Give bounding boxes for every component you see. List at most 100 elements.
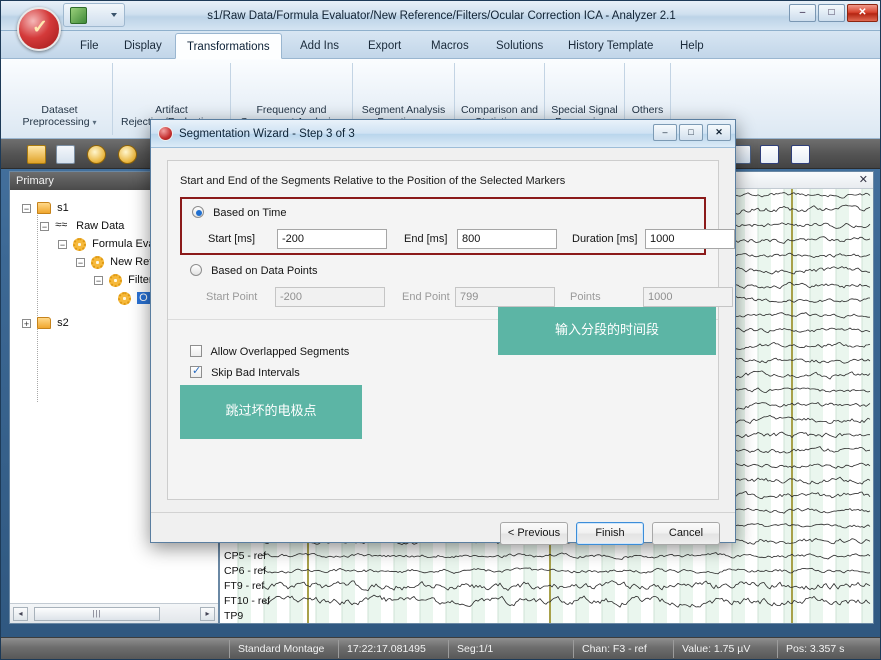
dialog-title: Segmentation Wizard - Step 3 of 3 <box>179 128 355 140</box>
zoom-out-icon[interactable] <box>118 145 137 164</box>
gear-icon <box>91 255 105 269</box>
quick-access-toolbar[interactable] <box>63 3 125 27</box>
expander-icon[interactable]: − <box>58 239 67 249</box>
status-segment: Seg:1/1 <box>448 640 501 658</box>
window-titlebar: s1/Raw Data/Formula Evaluator/New Refere… <box>1 1 880 31</box>
cancel-button[interactable]: Cancel <box>652 522 720 545</box>
footer-divider <box>151 512 735 513</box>
radio-based-on-data-points[interactable]: Based on Data Points <box>190 264 317 279</box>
tab-file[interactable]: File <box>69 33 110 59</box>
input-start-point[interactable]: -200 <box>275 287 385 307</box>
zoom-in-icon[interactable] <box>87 145 106 164</box>
window-maximize-button[interactable]: □ <box>818 4 845 22</box>
finish-button[interactable]: Finish <box>576 522 644 545</box>
tab-solutions[interactable]: Solutions <box>485 33 554 59</box>
tab-export[interactable]: Export <box>357 33 412 59</box>
tree-item-raw-data[interactable]: − ≈≈ Raw Data <box>40 218 124 235</box>
dialog-close-button[interactable]: ✕ <box>707 124 731 141</box>
checkbox-skip-bad-intervals[interactable]: Skip Bad Intervals <box>190 364 300 381</box>
chevron-down-icon[interactable] <box>111 13 117 17</box>
status-bar: Standard Montage 17:22:17.081495 Seg:1/1… <box>1 637 880 659</box>
input-duration-ms[interactable]: 1000 <box>645 229 735 249</box>
tree-item-label: Formula Eva <box>92 238 155 250</box>
status-montage: Standard Montage <box>229 640 332 658</box>
based-on-time-group: Based on Time Start [ms] -200 End [ms] 8… <box>180 197 735 255</box>
annotation-note-skip-bad: 跳过坏的电极点 <box>180 385 362 439</box>
chevron-down-icon[interactable]: ▾ <box>93 118 97 127</box>
tab-display[interactable]: Display <box>113 33 173 59</box>
dialog-maximize-button[interactable]: □ <box>679 124 703 141</box>
close-icon[interactable]: ✕ <box>859 173 868 186</box>
save-icon[interactable] <box>27 145 46 164</box>
expander-icon[interactable]: + <box>22 318 31 328</box>
input-end-point[interactable]: 799 <box>455 287 555 307</box>
tab-help[interactable]: Help <box>669 33 715 59</box>
label-end-ms: End [ms] <box>404 233 448 245</box>
status-time: 17:22:17.081495 <box>338 640 434 658</box>
input-start-ms[interactable]: -200 <box>277 229 387 249</box>
ribbon-group-label: Others <box>631 104 664 116</box>
input-points[interactable]: 1000 <box>643 287 733 307</box>
ribbon-group-label: Segment Analysis <box>361 104 446 116</box>
group-caption: Start and End of the Segments Relative t… <box>180 175 566 187</box>
tab-transformations[interactable]: Transformations <box>175 33 282 59</box>
radio-based-on-time[interactable]: Based on Time <box>192 206 286 221</box>
radio-icon[interactable] <box>192 206 204 218</box>
window-minimize-button[interactable]: – <box>789 4 816 22</box>
tree-item-new-reference[interactable]: − New Ref <box>76 254 152 271</box>
channel-label: CP5 - ref <box>224 550 267 562</box>
checkbox-allow-overlapped-segments[interactable]: Allow Overlapped Segments <box>190 345 349 360</box>
tree-item-s2[interactable]: + s2 <box>22 315 69 332</box>
annotation-note-time-range: 输入分段的时间段 <box>498 307 716 355</box>
input-end-ms[interactable]: 800 <box>457 229 557 249</box>
dialog-titlebar: Segmentation Wizard - Step 3 of 3 – □ ✕ <box>151 120 735 148</box>
tab-history-template[interactable]: History Template <box>557 33 664 59</box>
tree-horizontal-scrollbar[interactable]: ◂ ||| ▸ <box>10 603 218 623</box>
ribbon-group-label: Special Signal <box>551 104 618 116</box>
radio-label: Based on Data Points <box>211 265 318 277</box>
quick-access-app-icon <box>70 7 87 24</box>
tree-item-label: Raw Data <box>76 220 125 232</box>
scroll-left-icon[interactable]: ◂ <box>13 607 28 621</box>
tree-item-filters[interactable]: − Filter <box>94 272 153 289</box>
tab-macros[interactable]: Macros <box>420 33 480 59</box>
status-channel: Chan: F3 - ref <box>573 640 655 658</box>
checkbox-icon[interactable] <box>190 345 202 357</box>
radio-icon[interactable] <box>190 264 202 276</box>
checkmark-icon: ✓ <box>32 17 48 38</box>
checkbox-icon[interactable] <box>190 364 202 379</box>
tab-add-ins[interactable]: Add Ins <box>289 33 350 59</box>
expander-icon[interactable]: − <box>40 221 49 231</box>
ribbon-group-dataset-preprocessing[interactable]: Dataset Preprocessing ▾ <box>7 63 113 135</box>
tree-item-s1[interactable]: − s1 <box>22 200 69 217</box>
panel-columns-icon[interactable] <box>791 145 810 164</box>
label-start-ms: Start [ms] <box>208 233 256 245</box>
expander-icon[interactable]: − <box>76 257 85 267</box>
tree-item-ocular-correction-ica[interactable]: O <box>118 290 150 307</box>
gear-icon <box>73 237 87 251</box>
previous-button[interactable]: < Previous <box>500 522 568 545</box>
scroll-right-icon[interactable]: ▸ <box>200 607 215 621</box>
segmentation-wizard-dialog: Segmentation Wizard - Step 3 of 3 – □ ✕ … <box>150 119 736 545</box>
scrollbar-thumb[interactable]: ||| <box>34 607 160 621</box>
tree-item-formula-evaluator[interactable]: − Formula Eva <box>58 236 154 253</box>
tree-item-label: Filter <box>128 274 153 286</box>
checkbox-label: Allow Overlapped Segments <box>210 346 350 358</box>
chart-icon[interactable] <box>56 145 75 164</box>
window-close-button[interactable]: ✕ <box>847 4 878 22</box>
application-orb-button[interactable]: ✓ <box>17 7 61 51</box>
status-value: Value: 1.75 µV <box>673 640 758 658</box>
ribbon-group-label: Artifact <box>155 104 188 116</box>
gear-icon <box>118 291 131 305</box>
expander-icon[interactable]: − <box>94 275 103 285</box>
panel-rows-icon[interactable] <box>760 145 779 164</box>
label-duration-ms: Duration [ms] <box>572 233 638 245</box>
expander-icon[interactable]: − <box>22 203 31 213</box>
label-start-point: Start Point <box>206 291 258 303</box>
dialog-minimize-button[interactable]: – <box>653 124 677 141</box>
analyzer-main-window: s1/Raw Data/Formula Evaluator/New Refere… <box>0 0 881 660</box>
tree-item-label: New Ref <box>110 256 153 268</box>
label-points: Points <box>570 291 601 303</box>
ribbon-group-label: Frequency and <box>256 104 327 116</box>
status-position: Pos: 3.357 s <box>777 640 852 658</box>
